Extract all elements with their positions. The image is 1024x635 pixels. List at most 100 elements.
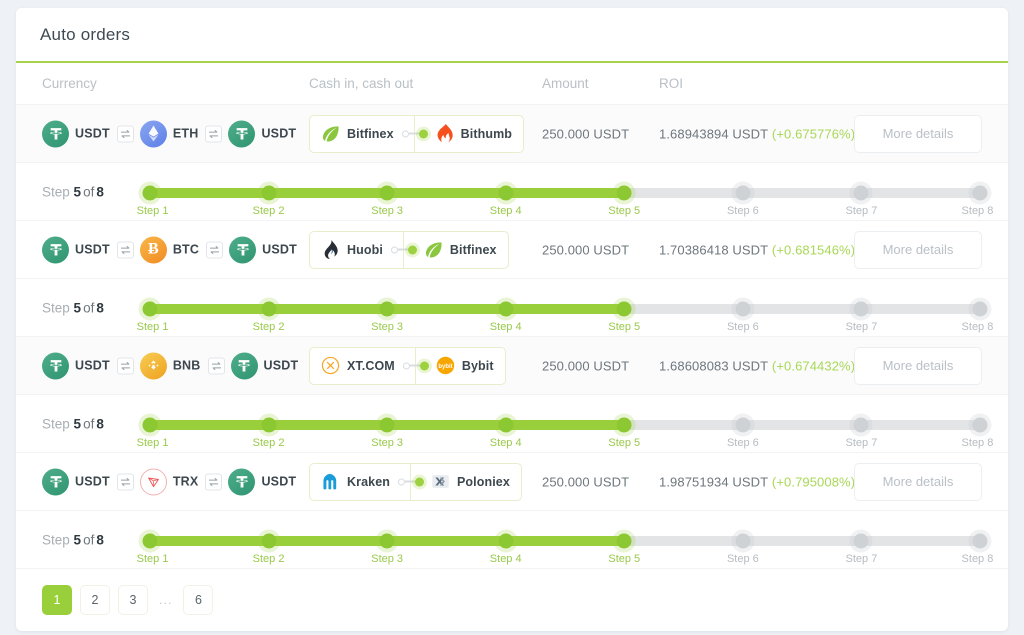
more-details-button[interactable]: More details xyxy=(854,346,982,385)
more-details-button[interactable]: More details xyxy=(854,462,982,501)
step-node[interactable]: Step 2 xyxy=(253,299,284,333)
step-node-label: Step 2 xyxy=(252,321,285,333)
step-node[interactable]: Step 5 xyxy=(608,415,640,449)
auto-orders-card: Auto orders Currency Cash in, cash out A… xyxy=(16,8,1008,631)
usdt-coin-icon xyxy=(42,468,69,495)
cash-in-cash-out-cell: Bitfinex Bithumb xyxy=(309,114,525,153)
trx-coin-icon xyxy=(139,468,167,495)
cash-in-exchange: Kraken xyxy=(310,463,411,500)
column-header-roi: ROI xyxy=(659,76,684,91)
order-roi: 1.68943894 USDT (+0.675776%) xyxy=(659,126,855,141)
step-node[interactable]: Step 3 xyxy=(371,415,403,449)
bybit-logo-icon: bybit xyxy=(436,356,455,375)
step-node-label: Step 2 xyxy=(252,553,285,565)
step-node[interactable]: Step 4 xyxy=(490,415,522,449)
step-counter-label: Step 5 of 8 xyxy=(42,532,104,547)
more-details-button[interactable]: More details xyxy=(854,114,982,153)
order-roi: 1.68608083 USDT (+0.674432%) xyxy=(659,358,855,373)
step-node[interactable]: Step 4 xyxy=(490,531,522,565)
step-node[interactable]: Step 8 xyxy=(962,531,993,565)
step-node[interactable]: Step 6 xyxy=(727,183,759,217)
more-details-button[interactable]: More details xyxy=(854,230,982,269)
step-counter-label: Step 5 of 8 xyxy=(42,416,104,431)
cash-out-name: Bybit xyxy=(461,358,494,373)
step-node-label: Step 6 xyxy=(726,321,759,333)
step-dot-icon xyxy=(142,533,158,549)
swap-arrows-icon xyxy=(205,473,223,490)
step-node[interactable]: Step 8 xyxy=(962,183,993,217)
of-word: of xyxy=(83,300,95,315)
step-node[interactable]: Step 8 xyxy=(962,299,993,333)
step-node[interactable]: Step 5 xyxy=(608,531,640,565)
column-header-cash: Cash in, cash out xyxy=(309,76,414,91)
card-header: Auto orders xyxy=(16,8,1008,63)
step-node[interactable]: Step 6 xyxy=(727,531,759,565)
step-node-label: Step 3 xyxy=(371,553,404,565)
step-node[interactable]: Step 6 xyxy=(727,415,759,449)
currency-chain: USDT BNB USDT xyxy=(42,352,305,379)
step-dot-icon xyxy=(853,533,869,549)
step-node[interactable]: Step 7 xyxy=(846,415,877,449)
step-track: Step 1 Step 2 Step 3 Step 4 Step 5 Step 6 Step… xyxy=(137,299,993,333)
cash-out-name: Bitfinex xyxy=(449,242,497,257)
step-node[interactable]: Step 3 xyxy=(371,299,403,333)
step-track: Step 1 Step 2 Step 3 Step 4 Step 5 Step 6 Step… xyxy=(137,531,993,565)
pagination-page-2[interactable]: 2 xyxy=(80,585,110,615)
roi-percent: (+0.795008%) xyxy=(771,474,856,489)
step-node[interactable]: Step 3 xyxy=(371,531,403,565)
poloniex-logo-icon xyxy=(431,472,450,491)
step-node[interactable]: Step 8 xyxy=(962,415,993,449)
step-node[interactable]: Step 2 xyxy=(253,415,284,449)
step-node[interactable]: Step 2 xyxy=(253,531,284,565)
step-node[interactable]: Step 2 xyxy=(253,183,284,217)
pagination-page-last[interactable]: 6 xyxy=(183,585,214,615)
pagination-page-1[interactable]: 1 xyxy=(42,585,72,615)
step-node[interactable]: Step 1 xyxy=(137,299,168,333)
xtcom-logo-icon xyxy=(321,356,340,375)
order-row: USDT BNB USDT XT.COM bybit Bybit 250.000 USDT 1… xyxy=(16,337,1008,395)
step-node[interactable]: Step 3 xyxy=(371,183,403,217)
step-dot-icon xyxy=(972,185,988,201)
step-node[interactable]: Step 4 xyxy=(490,183,522,217)
step-node[interactable]: Step 7 xyxy=(846,299,877,333)
step-total: 8 xyxy=(96,300,104,315)
step-node-label: Step 7 xyxy=(845,205,878,217)
bnb-coin-icon xyxy=(139,352,167,379)
step-node-label: Step 6 xyxy=(726,437,759,449)
step-node[interactable]: Step 4 xyxy=(490,299,522,333)
step-node[interactable]: Step 5 xyxy=(608,299,640,333)
usdt-coin-icon xyxy=(228,468,256,495)
orders-list: USDT ETH USDT Bitfinex Bithumb 250.000 USDT 1.… xyxy=(16,105,1008,569)
step-node-label: Step 7 xyxy=(845,437,878,449)
step-total: 8 xyxy=(96,416,104,431)
order-progress-row: Step 5 of 8 Step 1 Step 2 Step 3 Step 4 Step 5S… xyxy=(16,163,1008,221)
step-node[interactable]: Step 1 xyxy=(137,531,168,565)
step-dot-icon xyxy=(616,185,632,201)
step-dot-icon xyxy=(616,533,632,549)
cash-in-name: Kraken xyxy=(347,474,390,489)
roi-percent: (+0.675776%) xyxy=(771,126,856,141)
step-node-label: Step 1 xyxy=(136,553,169,565)
step-dot-icon xyxy=(853,185,869,201)
step-dot-icon xyxy=(261,417,277,433)
step-current: 5 xyxy=(73,184,82,199)
page-root: Auto orders Currency Cash in, cash out A… xyxy=(0,0,1024,635)
step-node[interactable]: Step 6 xyxy=(727,299,759,333)
step-node-label: Step 8 xyxy=(961,321,994,333)
pagination-ellipsis: ... xyxy=(159,593,173,607)
swap-arrows-icon xyxy=(116,473,134,490)
step-node[interactable]: Step 1 xyxy=(137,183,168,217)
step-node-label: Step 7 xyxy=(845,321,878,333)
pagination-page-3[interactable]: 3 xyxy=(118,585,148,615)
step-dot-icon xyxy=(142,301,158,317)
step-word: Step xyxy=(42,300,70,315)
exchange-pair-box: Bitfinex Bithumb xyxy=(309,114,525,153)
step-node-label: Step 1 xyxy=(136,205,169,217)
step-node[interactable]: Step 7 xyxy=(846,183,877,217)
step-dot-icon xyxy=(379,185,395,201)
step-node-label: Step 4 xyxy=(489,437,522,449)
step-node[interactable]: Step 5 xyxy=(608,183,640,217)
step-node[interactable]: Step 7 xyxy=(846,531,877,565)
step-node[interactable]: Step 1 xyxy=(137,415,168,449)
step-dot-icon xyxy=(261,185,277,201)
